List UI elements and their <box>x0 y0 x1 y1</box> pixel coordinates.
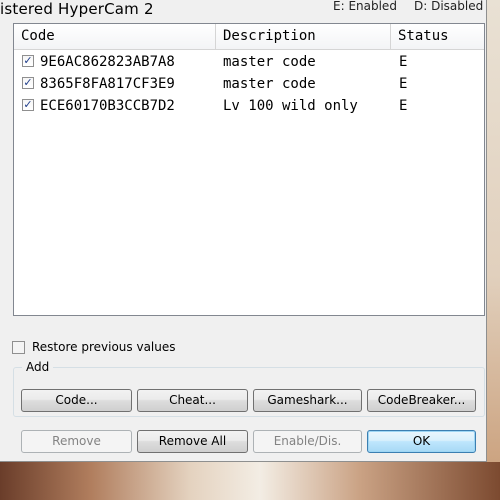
cheat-code-list[interactable]: Code Description Status ✓ 9E6AC862823AB7… <box>13 23 485 316</box>
row-status: E <box>399 98 408 114</box>
legend-enabled: E: Enabled <box>333 0 397 13</box>
add-codebreaker-button[interactable]: CodeBreaker... <box>367 389 476 412</box>
row-code: ECE60170B3CCB7D2 <box>40 98 175 114</box>
list-header: Code Description Status <box>14 24 484 50</box>
add-code-button[interactable]: Code... <box>21 389 132 412</box>
remove-all-button[interactable]: Remove All <box>137 430 248 453</box>
row-checkbox[interactable]: ✓ <box>22 77 34 89</box>
desktop-background-bottom <box>0 462 500 500</box>
add-group-title: Add <box>22 360 54 374</box>
column-header-status[interactable]: Status <box>391 24 484 49</box>
restore-checkbox-label: Restore previous values <box>32 340 176 354</box>
row-checkbox[interactable]: ✓ <box>22 55 34 67</box>
row-status: E <box>399 54 408 70</box>
desktop-background-right <box>487 0 500 500</box>
row-checkbox[interactable]: ✓ <box>22 99 34 111</box>
enable-disable-button[interactable]: Enable/Dis. <box>253 430 362 453</box>
legend-disabled: D: Disabled <box>414 0 484 13</box>
column-header-code[interactable]: Code <box>14 24 216 49</box>
add-gameshark-button[interactable]: Gameshark... <box>253 389 362 412</box>
row-description: master code <box>223 76 316 92</box>
column-header-description[interactable]: Description <box>216 24 391 49</box>
row-status: E <box>399 76 408 92</box>
ok-button[interactable]: OK <box>367 430 476 453</box>
row-description: master code <box>223 54 316 70</box>
hypercam-watermark: istered HyperCam 2 <box>0 0 154 18</box>
row-code: 9E6AC862823AB7A8 <box>40 54 175 70</box>
add-cheat-button[interactable]: Cheat... <box>137 389 248 412</box>
list-item[interactable]: ✓ 9E6AC862823AB7A8 master code E <box>14 51 484 73</box>
list-item[interactable]: ✓ ECE60170B3CCB7D2 Lv 100 wild only E <box>14 95 484 117</box>
row-code: 8365F8FA817CF3E9 <box>40 76 175 92</box>
remove-button[interactable]: Remove <box>21 430 132 453</box>
restore-checkbox-box[interactable] <box>12 341 25 354</box>
row-description: Lv 100 wild only <box>223 98 358 114</box>
list-item[interactable]: ✓ 8365F8FA817CF3E9 master code E <box>14 73 484 95</box>
cheat-dialog: istered HyperCam 2 E: Enabled D: Disable… <box>0 0 487 462</box>
